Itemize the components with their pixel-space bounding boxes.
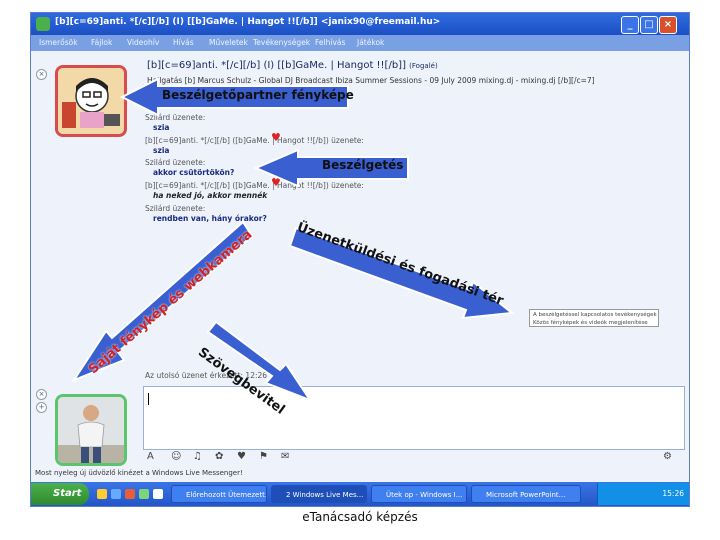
slide-footer: eTanácsadó képzés xyxy=(302,510,418,524)
annotation-arrows xyxy=(71,77,515,403)
callout-conversation: Beszélgetés xyxy=(322,158,404,172)
callout-partner-photo: Beszélgetőpartner fényképe xyxy=(162,88,354,102)
